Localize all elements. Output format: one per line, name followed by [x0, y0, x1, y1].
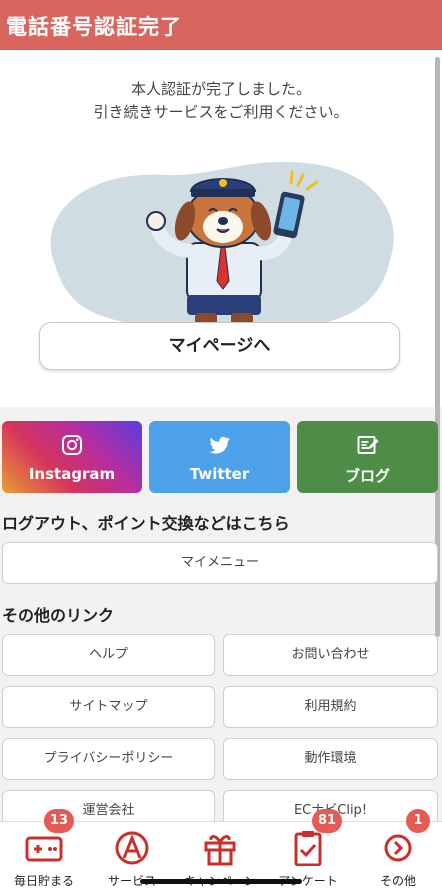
- mypage-button[interactable]: マイページへ: [39, 322, 400, 370]
- app-header: 電話番号認証完了: [0, 0, 442, 50]
- instagram-label: Instagram: [28, 465, 116, 483]
- tab-daily-label: 毎日貯まる: [13, 874, 74, 888]
- message-line-1: 本人認証が完了しました。: [130, 80, 311, 98]
- link-privacy-policy[interactable]: プライバシーポリシー: [2, 738, 215, 780]
- twitter-label: Twitter: [189, 465, 250, 483]
- completion-card: 本人認証が完了しました。 引き続きサービスをご利用ください。 マイページへ: [0, 50, 442, 407]
- link-terms[interactable]: 利用規約: [223, 686, 438, 728]
- service-a-icon: [115, 831, 149, 865]
- twitter-icon: [209, 436, 230, 454]
- link-help[interactable]: ヘルプ: [2, 634, 215, 676]
- tab-daily[interactable]: 毎日貯まる 13: [0, 809, 88, 889]
- home-indicator[interactable]: [140, 879, 302, 884]
- link-sitemap[interactable]: サイトマップ: [2, 686, 215, 728]
- message-line-2: 引き続きサービスをご利用ください。: [93, 103, 349, 121]
- blog-button[interactable]: ブログ: [297, 421, 438, 493]
- completion-message: 本人認証が完了しました。 引き続きサービスをご利用ください。: [0, 78, 442, 124]
- page-title: 電話番号認証完了: [6, 15, 182, 39]
- dog-police-illustration: [50, 161, 394, 328]
- link-environment[interactable]: 動作環境: [223, 738, 438, 780]
- my-menu-button[interactable]: マイメニュー: [2, 542, 438, 584]
- tab-other-badge: 1: [406, 809, 430, 833]
- blog-edit-icon: [357, 436, 379, 454]
- tab-other[interactable]: その他 1: [354, 809, 442, 889]
- instagram-icon: [62, 435, 82, 455]
- instagram-button[interactable]: Instagram: [2, 421, 142, 493]
- twitter-button[interactable]: Twitter: [149, 421, 290, 493]
- tab-survey-badge: 81: [312, 809, 343, 833]
- tab-other-label: その他: [379, 874, 416, 888]
- logout-section-title: ログアウト、ポイント交換などはこちら: [2, 514, 290, 533]
- blog-label: ブログ: [344, 467, 390, 485]
- link-contact[interactable]: お問い合わせ: [223, 634, 438, 676]
- gamepad-icon: [25, 836, 63, 862]
- links-section-title: その他のリンク: [2, 606, 115, 625]
- tab-daily-badge: 13: [44, 809, 75, 833]
- chevron-circle-icon: [384, 834, 412, 862]
- clipboard-check-icon: [294, 831, 322, 866]
- gift-icon: [204, 835, 236, 866]
